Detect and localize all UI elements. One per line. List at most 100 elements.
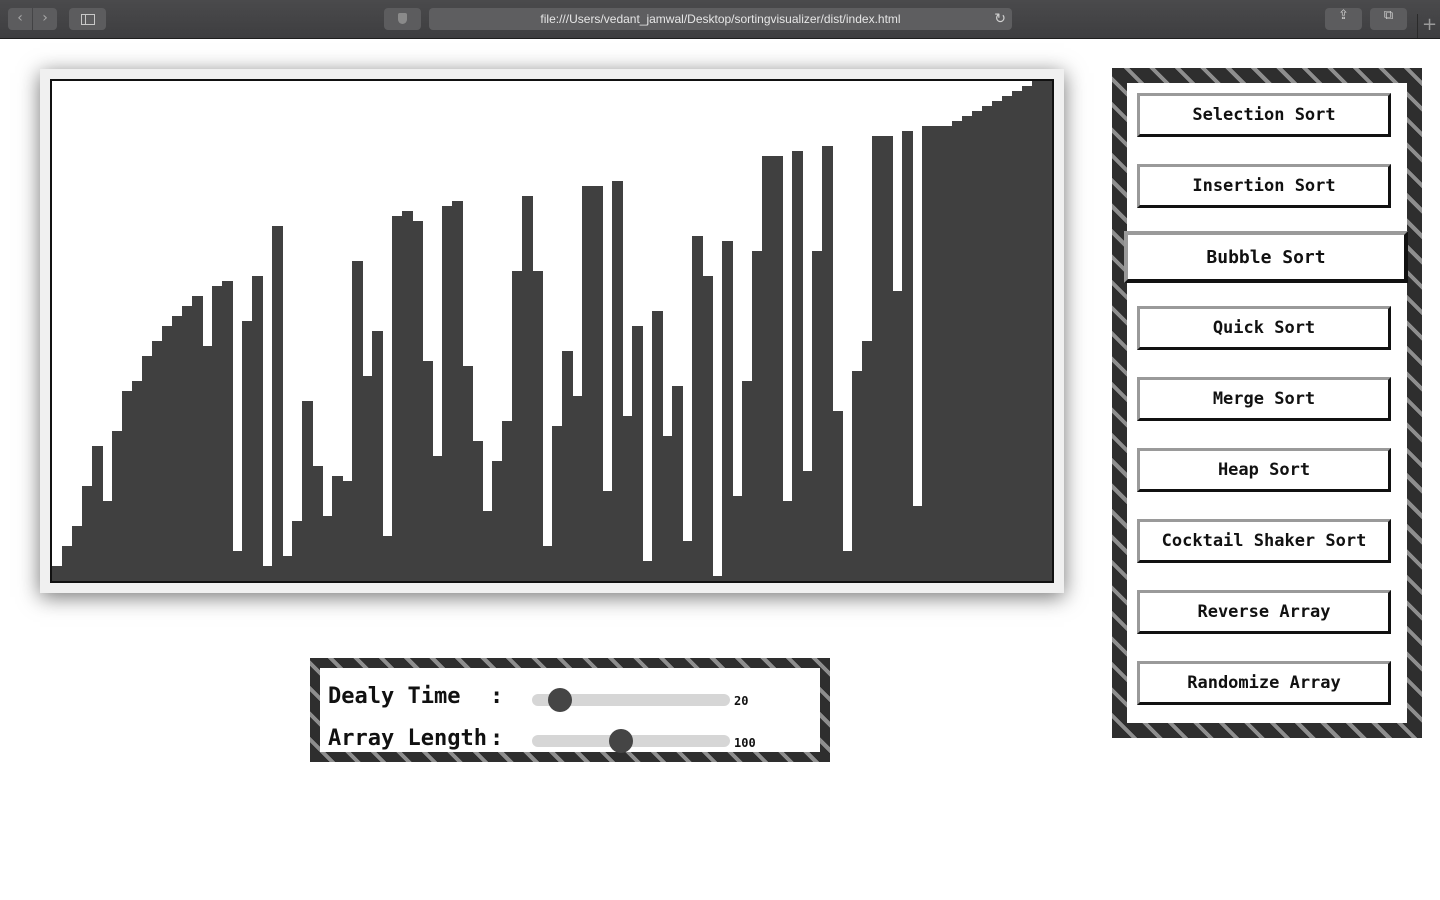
- length-colon: :: [490, 726, 504, 751]
- back-arrow-icon[interactable]: ‹: [8, 8, 32, 30]
- delay-colon: :: [490, 684, 504, 709]
- delay-time-slider[interactable]: [532, 688, 730, 712]
- array-bar: [342, 481, 353, 581]
- array-bar: [992, 101, 1003, 581]
- array-bar: [632, 326, 643, 581]
- array-length-value: 100: [734, 736, 756, 750]
- heap-sort-button[interactable]: Heap Sort: [1137, 448, 1391, 492]
- array-bar: [122, 391, 133, 581]
- merge-sort-button[interactable]: Merge Sort: [1137, 377, 1391, 421]
- array-bar: [1012, 91, 1023, 581]
- array-bar: [552, 426, 563, 581]
- array-bar: [322, 516, 333, 581]
- array-length-slider[interactable]: [532, 729, 730, 753]
- array-bar: [892, 291, 903, 581]
- array-bar: [1022, 86, 1033, 581]
- array-bar: [612, 181, 623, 581]
- array-bar: [522, 196, 533, 581]
- array-bar: [392, 216, 403, 581]
- address-bar[interactable]: file:///Users/vedant_jamwal/Desktop/sort…: [429, 8, 1012, 30]
- array-bar: [832, 411, 843, 581]
- array-bar: [332, 476, 343, 581]
- array-bar: [282, 556, 293, 581]
- array-bar: [742, 381, 753, 581]
- selection-sort-button[interactable]: Selection Sort: [1137, 93, 1391, 137]
- array-bar: [152, 341, 163, 581]
- array-bar: [822, 146, 833, 581]
- array-bar: [72, 526, 83, 581]
- array-bar: [102, 501, 113, 581]
- array-bar: [232, 551, 243, 581]
- array-bar: [1032, 81, 1043, 581]
- array-bar: [52, 566, 63, 581]
- array-bar: [712, 576, 723, 581]
- array-bar: [652, 311, 663, 581]
- reload-icon[interactable]: ↻: [994, 8, 1006, 30]
- array-bar: [942, 126, 953, 581]
- array-bar: [782, 501, 793, 581]
- array-bar: [962, 116, 973, 581]
- array-bar: [132, 381, 143, 581]
- array-bar: [692, 236, 703, 581]
- array-bar: [642, 561, 653, 581]
- array-bar: [92, 446, 103, 581]
- new-tab-icon[interactable]: +: [1417, 14, 1440, 38]
- array-bar: [542, 546, 553, 581]
- array-bar: [422, 361, 433, 581]
- array-bar: [362, 376, 373, 581]
- share-icon[interactable]: ⇪: [1325, 8, 1362, 30]
- array-bar: [902, 131, 913, 581]
- array-bar: [722, 241, 733, 581]
- reverse-array-button[interactable]: Reverse Array: [1137, 590, 1391, 634]
- randomize-array-button[interactable]: Randomize Array: [1137, 661, 1391, 705]
- array-bar: [812, 251, 823, 581]
- sidebar-toggle-button[interactable]: [69, 8, 106, 30]
- tab-overview-icon[interactable]: ⧉: [1370, 8, 1407, 30]
- array-bar: [452, 201, 463, 581]
- quick-sort-button[interactable]: Quick Sort: [1137, 306, 1391, 350]
- delay-time-value: 20: [734, 694, 749, 708]
- array-bar: [842, 551, 853, 581]
- array-bar: [852, 371, 863, 581]
- array-bar: [62, 546, 73, 581]
- array-bar: [112, 431, 123, 581]
- array-bar: [202, 346, 213, 581]
- delay-slider-handle[interactable]: [547, 688, 572, 712]
- array-bar: [972, 111, 983, 581]
- array-visualizer: [50, 79, 1054, 583]
- insertion-sort-button[interactable]: Insertion Sort: [1137, 164, 1391, 208]
- array-bar: [482, 511, 493, 581]
- array-bar: [872, 136, 883, 581]
- privacy-report-button[interactable]: [384, 8, 421, 30]
- bubble-sort-button[interactable]: Bubble Sort: [1124, 231, 1408, 283]
- array-bar: [212, 286, 223, 581]
- delay-time-label: Dealy Time: [328, 684, 461, 709]
- array-bar: [272, 226, 283, 581]
- array-bar: [472, 441, 483, 581]
- forward-arrow-icon[interactable]: ›: [33, 8, 57, 30]
- array-bar: [492, 461, 503, 581]
- array-bar: [242, 321, 253, 581]
- length-slider-handle[interactable]: [609, 729, 634, 753]
- array-bar: [82, 486, 93, 581]
- array-bar: [402, 211, 413, 581]
- browser-toolbar: ‹ › file:///Users/vedant_jamwal/Desktop/…: [0, 0, 1440, 39]
- array-bar: [922, 126, 933, 581]
- array-bar: [182, 306, 193, 581]
- cocktail-shaker-sort-button[interactable]: Cocktail Shaker Sort: [1137, 519, 1391, 563]
- controls-panel: Dealy Time : 20 Array Length : 100: [310, 658, 830, 762]
- array-length-label: Array Length: [328, 726, 487, 751]
- array-bar: [302, 401, 313, 581]
- array-bar: [502, 421, 513, 581]
- array-bar: [352, 261, 363, 581]
- array-bar: [142, 356, 153, 581]
- controls-inner: Dealy Time : 20 Array Length : 100: [320, 668, 820, 753]
- array-bar: [752, 251, 763, 581]
- array-bar: [912, 506, 923, 581]
- array-bar: [762, 156, 773, 581]
- array-bar: [192, 296, 203, 581]
- array-bar: [662, 436, 673, 581]
- array-bar: [262, 566, 273, 581]
- array-bar: [952, 121, 963, 581]
- array-bar: [582, 186, 593, 581]
